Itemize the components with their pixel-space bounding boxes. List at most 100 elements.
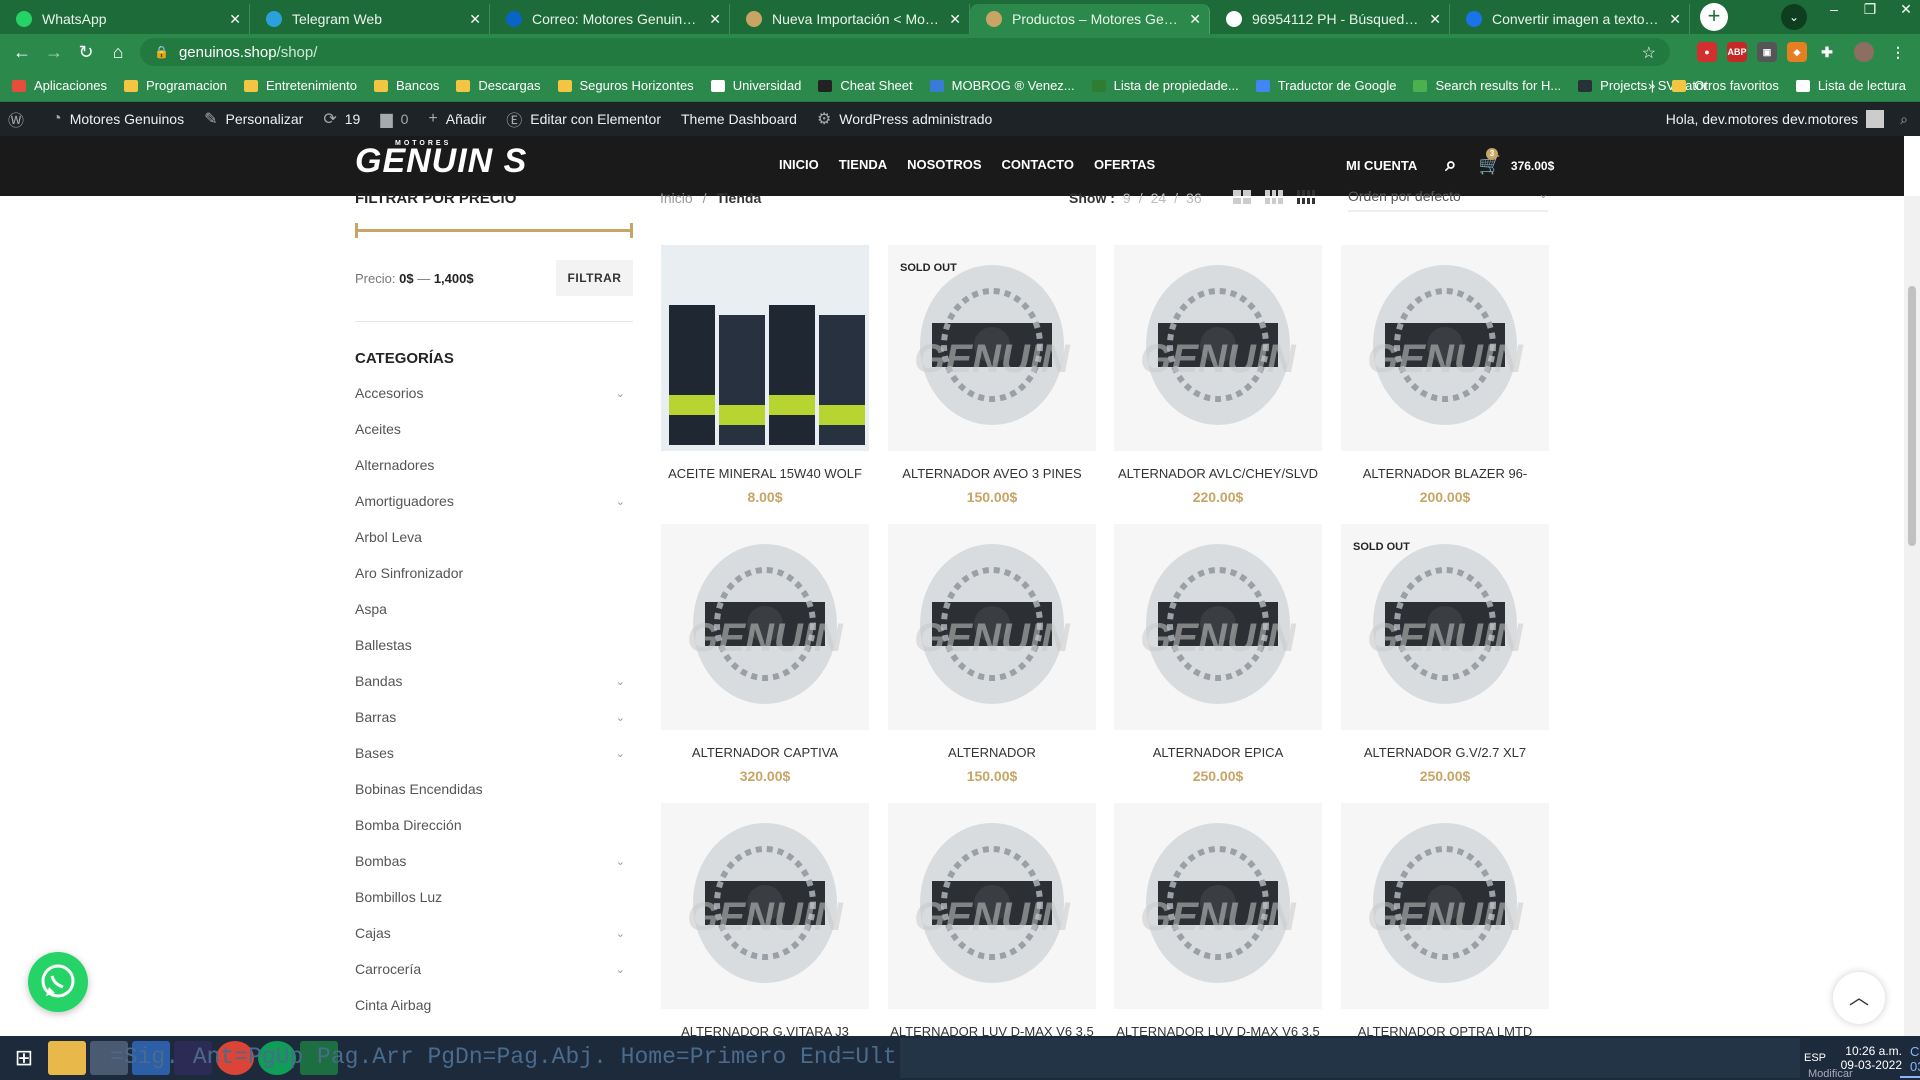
bookmark-item[interactable]: Lista de propiedade... xyxy=(1091,78,1239,93)
browser-tab[interactable]: Nueva Importación < Motores G ✕ xyxy=(730,4,970,34)
bookmark-item[interactable]: Seguros Horizontes xyxy=(557,78,694,93)
bookmark-other[interactable]: Otros favoritos xyxy=(1672,78,1779,93)
price-slider[interactable] xyxy=(355,215,633,245)
wp-site-link[interactable]: ◔ Motores Genuinos xyxy=(52,110,184,128)
category-item[interactable]: Alternadores xyxy=(355,447,633,483)
product-name[interactable]: ALTERNADOR AVEO 3 PINES xyxy=(888,466,1096,481)
windows-start-icon[interactable]: ⊞ xyxy=(4,1041,44,1075)
product-card[interactable]: GENUIN SOLD OUT ALTERNADOR AVEO 3 PINES 150… xyxy=(888,245,1096,505)
product-name[interactable]: ALTERNADOR CAPTIVA xyxy=(661,745,869,760)
slider-handle-max[interactable] xyxy=(630,223,633,238)
cart-total[interactable]: 376.00$ xyxy=(1511,159,1554,173)
wp-theme-dashboard-link[interactable]: Theme Dashboard xyxy=(681,111,797,127)
filter-button[interactable]: FILTRAR xyxy=(556,260,633,296)
category-item[interactable]: Cinta Airbag xyxy=(355,987,633,1023)
browser-tab[interactable]: 96954112 PH - Búsqueda de Goo ✕ xyxy=(1210,4,1450,34)
category-item[interactable]: Aro Sinfronizador xyxy=(355,555,633,591)
product-card[interactable]: GENUIN ALTERNADOR CAPTIVA 320.00$ xyxy=(661,524,869,784)
show-24[interactable]: 24 xyxy=(1151,190,1167,206)
sort-select[interactable]: Orden por defecto ⌄ xyxy=(1348,188,1548,212)
show-9[interactable]: 9 xyxy=(1123,190,1131,206)
system-clock[interactable]: 10:26 a.m. 09-03-2022 xyxy=(1820,1036,1920,1080)
browser-tab[interactable]: Telegram Web ✕ xyxy=(250,4,490,34)
bookmark-item[interactable]: Descargas xyxy=(456,78,541,93)
adblock-icon[interactable]: ABP xyxy=(1727,42,1747,62)
tab-close-icon[interactable]: ✕ xyxy=(1669,11,1681,28)
category-item[interactable]: Amortiguadores ⌄ xyxy=(355,483,633,519)
minimize-button[interactable]: – xyxy=(1816,0,1852,18)
bookmark-item[interactable]: Universidad xyxy=(710,78,801,93)
bookmark-more[interactable]: » xyxy=(1648,78,1655,93)
category-item[interactable]: Bombillos Luz xyxy=(355,879,633,915)
product-image[interactable]: GENUIN SOLD OUT xyxy=(888,245,1096,451)
extension-icon[interactable]: ● xyxy=(1697,42,1717,62)
tab-search-button[interactable]: ⌄ xyxy=(1781,4,1807,30)
product-card[interactable]: GENUIN ALTERNADOR 150.00$ xyxy=(888,524,1096,784)
product-name[interactable]: ALTERNADOR AVLC/CHEY/SLVD xyxy=(1114,466,1322,481)
browser-tab[interactable]: Productos – Motores Genuinos ✕ xyxy=(970,4,1210,34)
wp-comments-link[interactable]: ▆ 0 xyxy=(380,109,408,129)
browser-tab[interactable]: Convertir imagen a texto - Extrac ✕ xyxy=(1450,4,1690,34)
nav-tienda[interactable]: TIENDA xyxy=(839,157,887,172)
product-name[interactable]: ALTERNADOR G.V/2.7 XL7 xyxy=(1341,745,1549,760)
tab-close-icon[interactable]: ✕ xyxy=(1429,11,1441,28)
product-card[interactable]: GENUIN ALTERNADOR LUV D-MAX V6 3.5 xyxy=(1114,803,1322,1047)
reload-icon[interactable]: ↻ xyxy=(70,42,102,63)
reading-list[interactable]: Lista de lectura xyxy=(1795,78,1906,93)
wordpress-logo-icon[interactable]: Ⓦ xyxy=(8,107,32,131)
tab-close-icon[interactable]: ✕ xyxy=(709,11,721,28)
browser-tab[interactable]: Correo: Motores Genuinos I - Ou ✕ xyxy=(490,4,730,34)
product-image[interactable]: GENUIN xyxy=(661,803,869,1009)
category-item[interactable]: Carrocería ⌄ xyxy=(355,951,633,987)
my-account-link[interactable]: MI CUENTA xyxy=(1346,158,1417,173)
page-scrollbar[interactable] xyxy=(1904,196,1920,1036)
site-logo[interactable]: MOTORES GENUIN S xyxy=(355,140,527,181)
category-item[interactable]: Barras ⌄ xyxy=(355,699,633,735)
bookmark-item[interactable]: Aplicaciones xyxy=(12,78,107,93)
profile-avatar[interactable] xyxy=(1854,42,1874,62)
product-image[interactable]: GENUIN xyxy=(888,524,1096,730)
menu-kebab-icon[interactable]: ⋮ xyxy=(1888,42,1908,62)
product-image[interactable]: GENUIN xyxy=(1114,524,1322,730)
product-card[interactable]: GENUIN ALTERNADOR OPTRA LMTD xyxy=(1341,803,1549,1047)
grid-2-icon[interactable] xyxy=(1233,190,1251,204)
search-icon[interactable]: ⌕ xyxy=(1900,111,1908,128)
whatsapp-chat-button[interactable] xyxy=(28,952,88,1012)
new-tab-button[interactable]: + xyxy=(1700,3,1728,31)
category-item[interactable]: Bobinas Encendidas xyxy=(355,771,633,807)
category-item[interactable]: Aspa xyxy=(355,591,633,627)
product-name[interactable]: ALTERNADOR BLAZER 96- xyxy=(1341,466,1549,481)
avatar[interactable] xyxy=(1866,110,1885,128)
category-item[interactable]: Aceites xyxy=(355,411,633,447)
nav-nosotros[interactable]: NOSOTROS xyxy=(907,157,981,172)
chevron-down-icon[interactable]: ⌄ xyxy=(616,711,625,724)
category-item[interactable]: Arbol Leva xyxy=(355,519,633,555)
bookmark-item[interactable]: Traductor de Google xyxy=(1255,78,1396,93)
bookmark-item[interactable]: Search results for H... xyxy=(1413,78,1561,93)
product-card[interactable]: ACEITE MINERAL 15W40 WOLF 8.00$ xyxy=(661,245,869,505)
category-item[interactable]: Bombas ⌄ xyxy=(355,843,633,879)
slider-handle-min[interactable] xyxy=(355,223,358,238)
wp-updates-link[interactable]: ⟳ 19 xyxy=(323,109,360,129)
wp-customize-link[interactable]: ✎ Personalizar xyxy=(204,109,303,129)
product-card[interactable]: GENUIN ALTERNADOR G.VITARA J3 xyxy=(661,803,869,1047)
category-item[interactable]: Cajas ⌄ xyxy=(355,915,633,951)
metamask-icon[interactable]: ◆ xyxy=(1787,42,1807,62)
breadcrumb-home[interactable]: Inicio xyxy=(660,190,693,206)
product-name[interactable]: ALTERNADOR EPICA xyxy=(1114,745,1322,760)
category-item[interactable]: Accesorios ⌄ xyxy=(355,375,633,411)
chevron-down-icon[interactable]: ⌄ xyxy=(616,747,625,760)
tab-close-icon[interactable]: ✕ xyxy=(949,11,961,28)
product-card[interactable]: GENUIN ALTERNADOR BLAZER 96- 200.00$ xyxy=(1341,245,1549,505)
category-item[interactable]: Bandas ⌄ xyxy=(355,663,633,699)
product-card[interactable]: GENUIN ALTERNADOR AVLC/CHEY/SLVD 220.00$ xyxy=(1114,245,1322,505)
restore-button[interactable]: ❐ xyxy=(1852,0,1888,18)
tab-close-icon[interactable]: ✕ xyxy=(229,11,241,28)
forward-icon[interactable]: → xyxy=(38,42,70,63)
grid-3-icon[interactable] xyxy=(1265,190,1283,204)
bookmark-item[interactable]: Bancos xyxy=(374,78,439,93)
product-image[interactable]: GENUIN xyxy=(1341,245,1549,451)
product-image[interactable]: GENUIN SOLD OUT xyxy=(1341,524,1549,730)
bookmark-item[interactable]: Entretenimiento xyxy=(243,78,357,93)
chevron-down-icon[interactable]: ⌄ xyxy=(616,675,625,688)
